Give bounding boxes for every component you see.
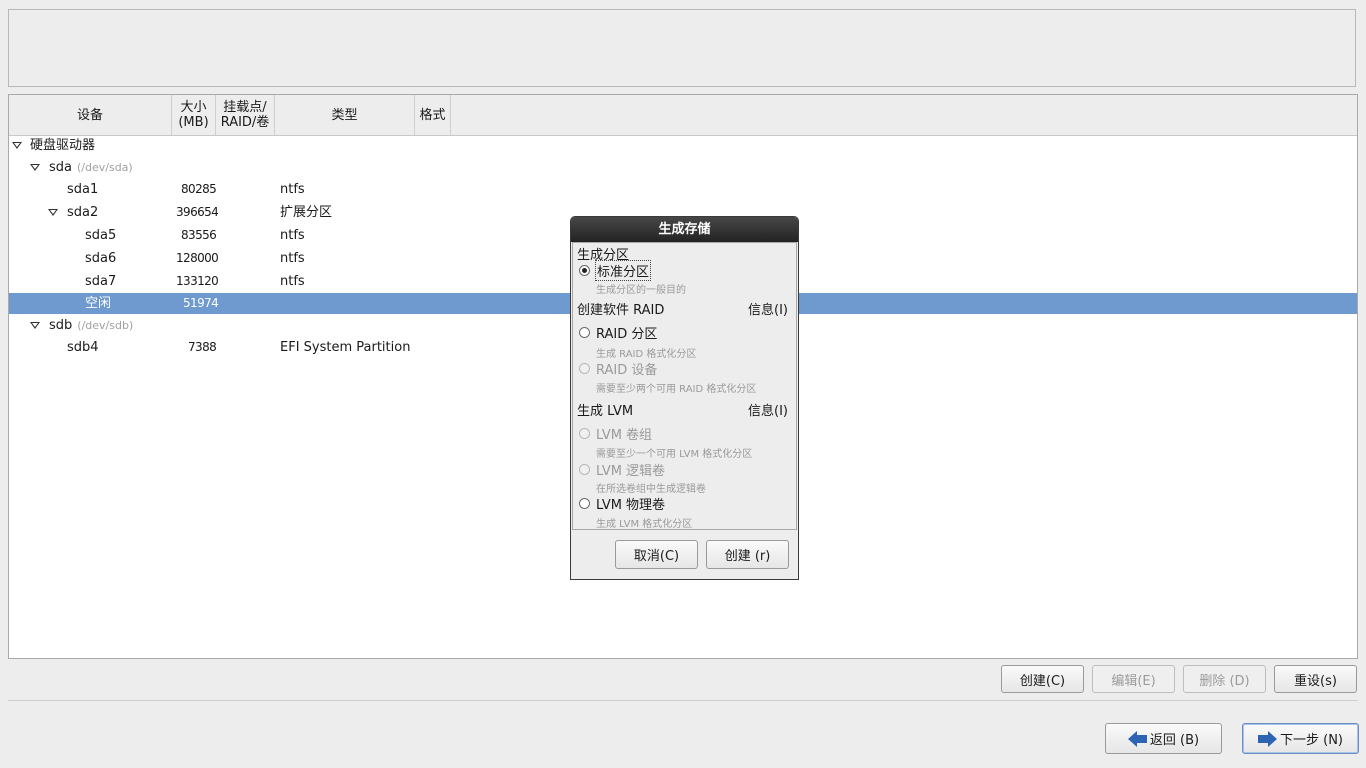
row-device-name: 空闲 — [85, 296, 112, 311]
row-size: 83556 — [181, 228, 217, 242]
raid-device-label[interactable]: RAID 设备 — [596, 359, 657, 378]
row-size: 7388 — [188, 340, 217, 354]
row-type: ntfs — [280, 182, 305, 197]
next-button-label: 下一步 (N) — [1279, 733, 1343, 748]
row-device-name: sda5 — [85, 228, 117, 243]
dialog-body: 生成分区 标准分区 生成分区的一般目的 创建软件 RAID 信息(I) RAID… — [572, 242, 797, 530]
standard-partition-label[interactable]: 标准分区 — [594, 260, 652, 281]
row-device-path: (/dev/sda) — [77, 161, 133, 174]
row-type: 扩展分区 — [280, 205, 333, 220]
edit-button[interactable]: 编辑(E) — [1092, 665, 1175, 693]
delete-button[interactable]: 删除 (D) — [1183, 665, 1266, 693]
raid-partition-desc: 生成 RAID 格式化分区 — [596, 349, 697, 360]
row-size: 133120 — [176, 274, 219, 288]
raid-info-button[interactable]: 信息(I) — [748, 299, 788, 318]
col-device-label: 设备 — [76, 107, 103, 123]
row-device-name: sda — [49, 160, 72, 175]
row-device-name: 硬盘驱动器 — [30, 138, 96, 153]
back-button-label: 返回 (B) — [1149, 733, 1200, 748]
dialog-title: 生成存储 — [571, 217, 798, 242]
lvm-pv-label[interactable]: LVM 物理卷 — [596, 494, 665, 513]
lvm-pv-desc: 生成 LVM 格式化分区 — [596, 519, 693, 530]
standard-partition-desc: 生成分区的一般目的 — [596, 285, 686, 296]
expander-icon[interactable] — [48, 209, 58, 216]
tree-row-root[interactable]: 硬盘驱动器 — [9, 134, 1357, 157]
tree-row-sda1[interactable]: sda1 80285 ntfs — [9, 178, 1357, 201]
col-mount[interactable]: 挂载点/RAID/卷 — [216, 95, 275, 135]
raid-partition-label[interactable]: RAID 分区 — [596, 323, 657, 342]
lvm-lv-desc: 在所选卷组中生成逻辑卷 — [596, 484, 706, 495]
dialog-create-button[interactable]: 创建 (r) — [706, 540, 789, 569]
dialog-button-area: 取消(C) 创建 (r) — [571, 530, 798, 580]
expander-icon[interactable] — [12, 142, 22, 149]
section-lvm-heading: 生成 LVM — [577, 404, 634, 419]
lvm-lv-radio[interactable] — [579, 464, 590, 475]
lvm-vg-radio[interactable] — [579, 428, 590, 439]
standard-partition-radio[interactable] — [579, 265, 590, 276]
row-device-name: sda1 — [67, 182, 99, 197]
arrow-left-icon — [1127, 730, 1148, 747]
row-device-name: sda6 — [85, 251, 117, 266]
create-storage-dialog: 生成存储 生成分区 标准分区 生成分区的一般目的 创建软件 RAID 信息(I)… — [570, 216, 799, 580]
row-size: 128000 — [176, 251, 219, 265]
back-button[interactable]: 返回 (B) — [1105, 723, 1222, 754]
col-size[interactable]: 大小 (MB) — [172, 95, 216, 135]
lvm-vg-desc: 需要至少一个可用 LVM 格式化分区 — [596, 449, 753, 460]
lvm-pv-radio[interactable] — [579, 498, 590, 509]
col-device[interactable]: 设备 — [9, 95, 172, 135]
row-size: 396654 — [176, 205, 219, 219]
top-panel — [8, 9, 1356, 87]
lvm-lv-label[interactable]: LVM 逻辑卷 — [596, 460, 665, 479]
col-format-label: 格式 — [419, 107, 446, 123]
lvm-info-button[interactable]: 信息(I) — [748, 400, 788, 419]
row-size: 51974 — [183, 296, 219, 310]
row-type: ntfs — [280, 228, 305, 243]
expander-icon[interactable] — [30, 322, 40, 329]
row-device-name: sdb — [49, 318, 73, 333]
row-type: ntfs — [280, 251, 305, 266]
col-type[interactable]: 类型 — [275, 95, 415, 135]
row-type: EFI System Partition — [280, 340, 411, 355]
row-type: ntfs — [280, 274, 305, 289]
create-button[interactable]: 创建(C) — [1001, 665, 1084, 693]
row-device-name: sda7 — [85, 274, 117, 289]
raid-partition-radio[interactable] — [579, 327, 590, 338]
raid-device-radio[interactable] — [579, 363, 590, 374]
col-size-label-2: (MB) — [178, 115, 209, 130]
col-mount-label-2: RAID/卷 — [220, 115, 270, 130]
raid-device-desc: 需要至少两个可用 RAID 格式化分区 — [596, 384, 757, 395]
section-raid-heading: 创建软件 RAID — [577, 303, 665, 318]
expander-icon[interactable] — [30, 164, 40, 171]
col-mount-label-1: 挂载点/ — [223, 100, 267, 115]
col-type-label: 类型 — [331, 107, 358, 123]
row-device-path: (/dev/sdb) — [77, 319, 134, 332]
dialog-cancel-button[interactable]: 取消(C) — [615, 540, 698, 569]
row-device-name: sda2 — [67, 205, 99, 220]
reset-button[interactable]: 重设(s) — [1274, 665, 1357, 693]
col-format[interactable]: 格式 — [415, 95, 451, 135]
tree-header: 设备 大小 (MB) 挂载点/RAID/卷 类型 格式 — [9, 95, 1357, 136]
arrow-right-icon — [1257, 730, 1278, 747]
separator — [8, 700, 1358, 701]
lvm-vg-label[interactable]: LVM 卷组 — [596, 424, 652, 443]
col-size-label-1: 大小 — [180, 100, 207, 115]
row-device-name: sdb4 — [67, 340, 99, 355]
next-button[interactable]: 下一步 (N) — [1242, 723, 1359, 754]
tree-row-sda[interactable]: sda (/dev/sda) — [9, 156, 1357, 179]
row-size: 80285 — [181, 182, 217, 196]
